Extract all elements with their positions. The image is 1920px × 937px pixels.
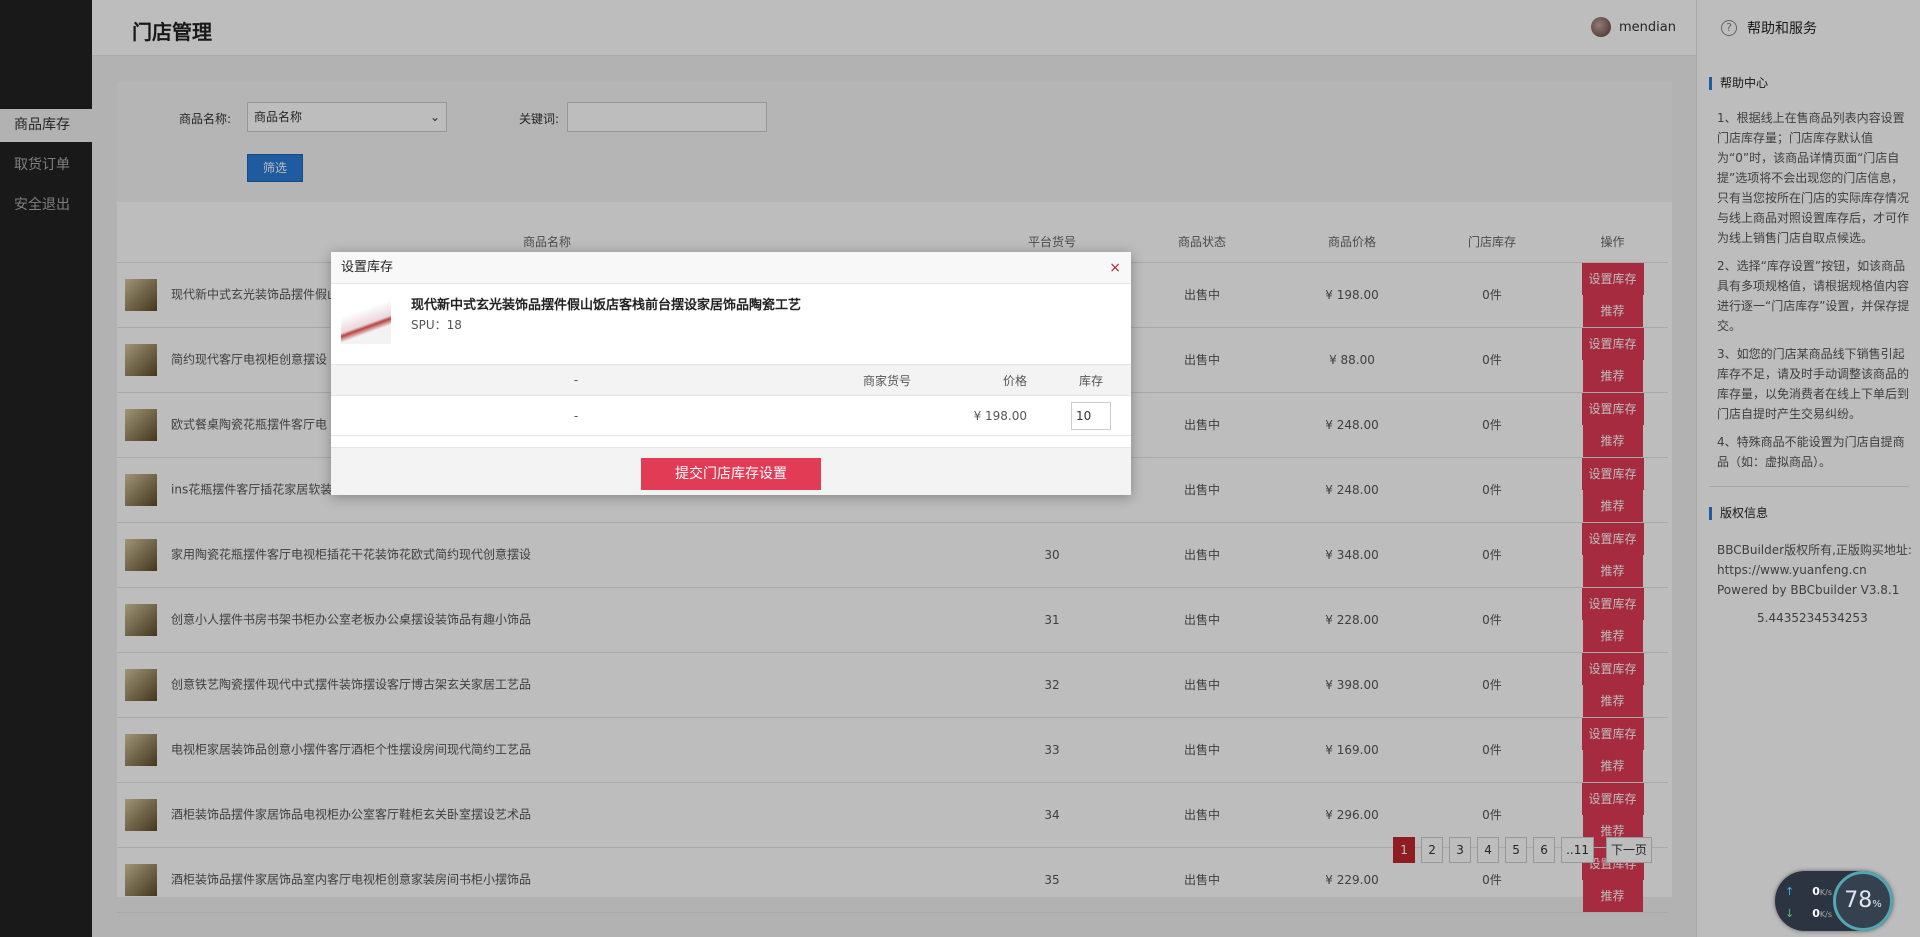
product-name: 现代新中式玄光装饰品摆件假山饭店客栈前台摆设家居饰品陶瓷工艺	[411, 298, 802, 313]
spec-col-stock: 库存	[1051, 364, 1131, 396]
modal-header: 设置库存 ×	[331, 252, 1131, 284]
close-icon[interactable]: ×	[1109, 252, 1121, 284]
submit-stock-button[interactable]: 提交门店库存设置	[641, 458, 821, 490]
download-value: 0	[1812, 907, 1820, 920]
spec-col-code: 商家货号	[821, 364, 941, 396]
modal-title: 设置库存	[341, 260, 394, 275]
spec-col-price: 价格	[941, 364, 1051, 396]
usage-ring: 78%	[1833, 871, 1893, 931]
download-unit: K/s	[1819, 910, 1832, 919]
speed-widget[interactable]: ↑ 0K/s ↓ 0K/s 78%	[1775, 871, 1893, 931]
spec-value: -	[331, 395, 821, 436]
modal-footer: 提交门店库存设置	[331, 447, 1131, 495]
spec-price: ¥ 198.00	[941, 395, 1051, 436]
download-speed: ↓ 0K/s	[1785, 907, 1832, 920]
spec-col-spec: -	[331, 364, 821, 396]
upload-value: 0	[1812, 885, 1820, 898]
modal-product: 现代新中式玄光装饰品摆件假山饭店客栈前台摆设家居饰品陶瓷工艺 SPU：18	[331, 284, 1131, 364]
stock-input[interactable]: 10	[1071, 401, 1111, 430]
spec-header: - 商家货号 价格 库存	[331, 364, 1131, 396]
percent-sign: %	[1872, 899, 1882, 910]
product-image	[341, 298, 391, 344]
upload-speed: ↑ 0K/s	[1785, 885, 1832, 898]
spec-table: - 商家货号 价格 库存 - ¥ 198.00 10	[331, 364, 1131, 436]
set-stock-modal: 设置库存 × 现代新中式玄光装饰品摆件假山饭店客栈前台摆设家居饰品陶瓷工艺 SP…	[331, 252, 1131, 495]
product-spu: SPU：18	[411, 318, 462, 332]
spec-row: - ¥ 198.00 10	[331, 395, 1131, 436]
spec-code	[821, 395, 941, 436]
upload-unit: K/s	[1819, 888, 1832, 897]
arrow-up-icon: ↑	[1785, 885, 1795, 898]
usage-percent: 78	[1844, 888, 1873, 913]
arrow-down-icon: ↓	[1785, 907, 1795, 920]
